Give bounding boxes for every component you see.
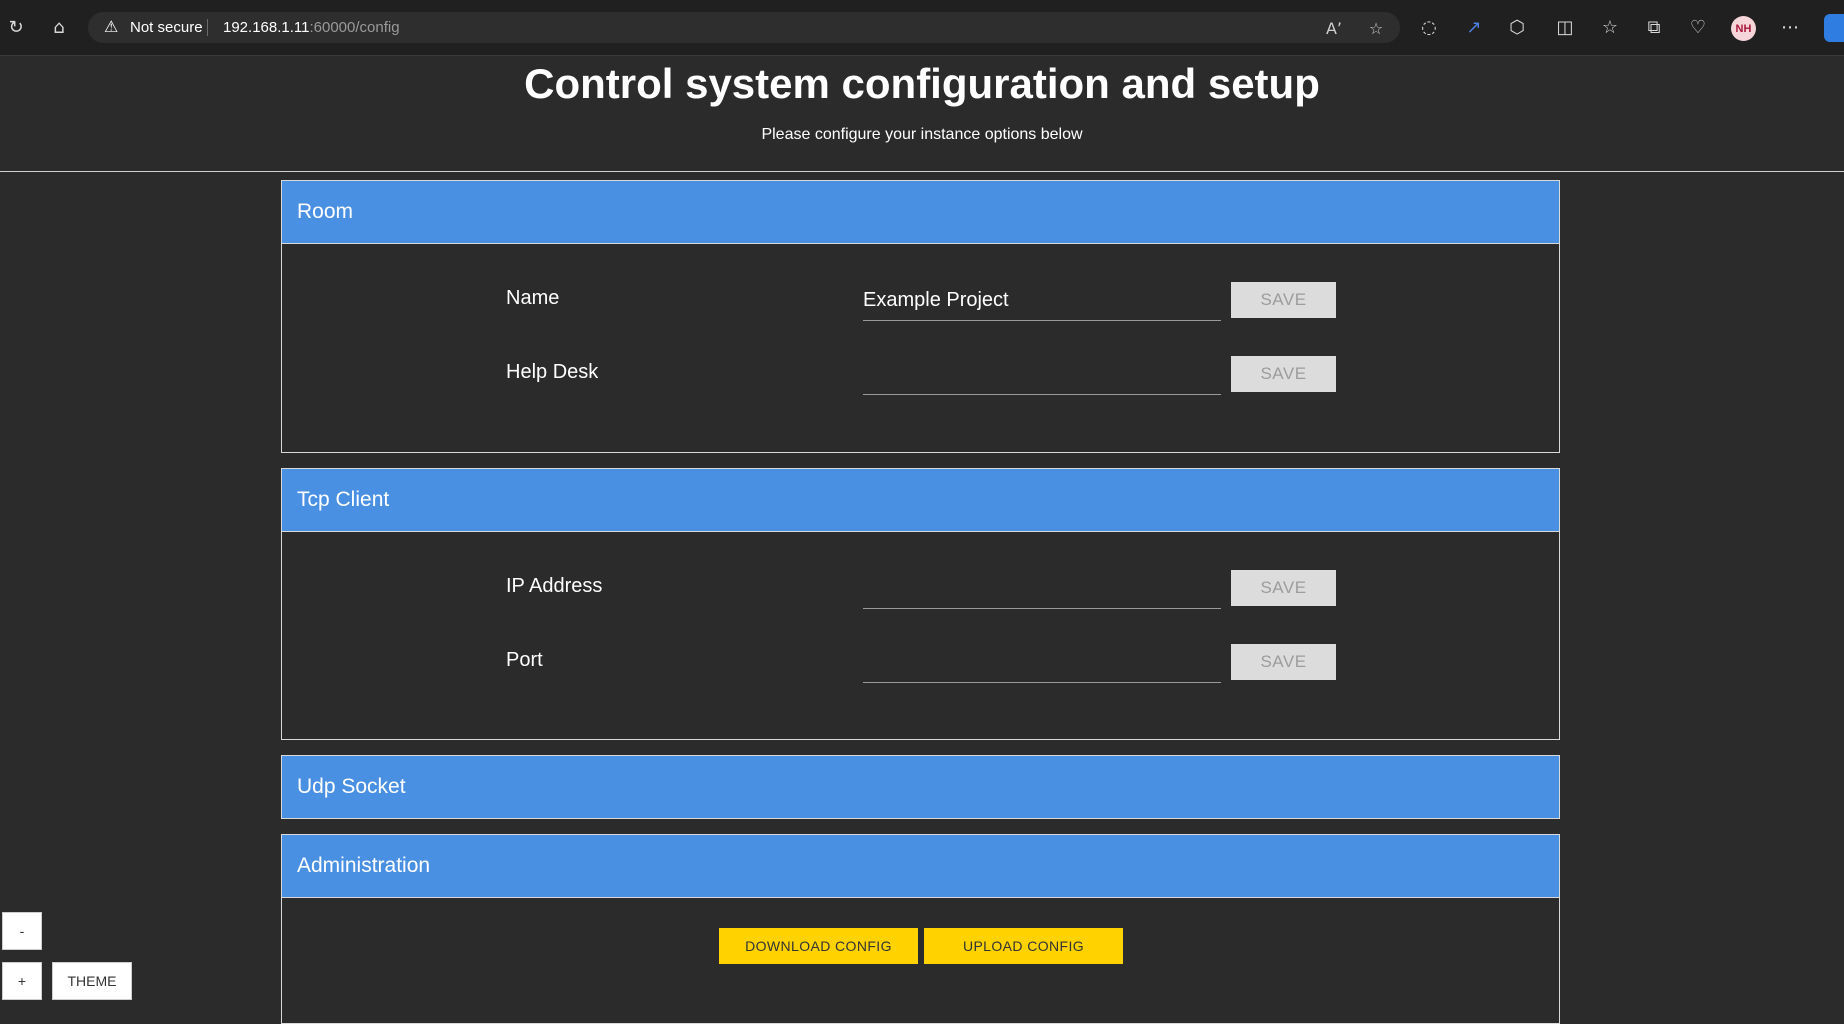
zoom-out-button[interactable]: - (2, 912, 42, 950)
home-icon[interactable]: ⌂ (44, 12, 74, 42)
performance-icon[interactable]: ♡ (1683, 12, 1713, 42)
tcp-client-panel: Tcp Client IP Address SAVE Port SAVE (281, 468, 1560, 740)
theme-button[interactable]: THEME (52, 962, 132, 1000)
split-screen-icon[interactable]: ◫ (1550, 12, 1580, 42)
security-status[interactable]: Not secure (130, 19, 203, 36)
refresh-icon[interactable]: ↻ (1, 12, 31, 42)
save-name-button[interactable]: SAVE (1231, 282, 1336, 318)
zoom-in-button[interactable]: + (2, 962, 42, 1000)
save-ip-address-button[interactable]: SAVE (1231, 570, 1336, 606)
url-path: :60000/config (309, 19, 400, 36)
collections-icon[interactable]: ⧉ (1639, 12, 1669, 42)
help-desk-input[interactable] (863, 355, 1221, 395)
name-label: Name (506, 287, 560, 309)
ip-address-label: IP Address (506, 575, 603, 597)
port-label: Port (506, 649, 543, 671)
warning-icon: ⚠ (104, 17, 119, 36)
ip-address-input[interactable] (863, 569, 1221, 609)
url-host: 192.168.1.11 (223, 19, 310, 36)
udp-socket-panel-header[interactable]: Udp Socket (282, 756, 1559, 818)
port-input[interactable] (863, 643, 1221, 683)
profile-avatar[interactable]: NH (1731, 16, 1756, 41)
name-input[interactable] (863, 281, 1221, 321)
more-icon[interactable]: ⋯ (1775, 12, 1805, 42)
field-row-help-desk: Help Desk SAVE (282, 355, 1559, 395)
upload-config-button[interactable]: UPLOAD CONFIG (924, 928, 1123, 964)
download-config-button[interactable]: DOWNLOAD CONFIG (719, 928, 918, 964)
address-divider (207, 19, 208, 36)
save-help-desk-button[interactable]: SAVE (1231, 356, 1336, 392)
udp-socket-panel: Udp Socket (281, 755, 1560, 819)
url-text[interactable]: 192.168.1.11:60000/config (223, 19, 400, 36)
administration-panel-header[interactable]: Administration (282, 835, 1559, 897)
bing-icon[interactable] (1824, 14, 1844, 42)
extension-icon[interactable]: ⬡ (1502, 12, 1532, 42)
save-port-button[interactable]: SAVE (1231, 644, 1336, 680)
tcp-client-panel-header[interactable]: Tcp Client (282, 469, 1559, 531)
address-bar[interactable]: ⚠ Not secure 192.168.1.11:60000/config A… (88, 12, 1400, 43)
page-title: Control system configuration and setup (524, 60, 1320, 107)
pin-extension-icon[interactable]: ↗ (1459, 12, 1489, 42)
refresh-circle-icon[interactable]: ◌ (1414, 12, 1444, 42)
page-subtitle: Please configure your instance options b… (761, 126, 1083, 143)
tcp-client-panel-body: IP Address SAVE Port SAVE (282, 531, 1559, 740)
administration-panel-body: DOWNLOAD CONFIG UPLOAD CONFIG (282, 897, 1559, 1024)
room-panel-header[interactable]: Room (282, 181, 1559, 243)
browser-toolbar: ↻ ⌂ ⚠ Not secure 192.168.1.11:60000/conf… (0, 0, 1844, 56)
administration-panel: Administration DOWNLOAD CONFIG UPLOAD CO… (281, 834, 1560, 1024)
field-row-port: Port SAVE (282, 643, 1559, 683)
help-desk-label: Help Desk (506, 361, 599, 383)
field-row-ip-address: IP Address SAVE (282, 569, 1559, 609)
read-aloud-icon[interactable]: A’ (1323, 17, 1345, 39)
room-panel-body: Name SAVE Help Desk SAVE (282, 243, 1559, 453)
favorites-icon[interactable]: ☆ (1595, 12, 1625, 42)
page-header: Control system configuration and setup P… (0, 56, 1844, 172)
field-row-name: Name SAVE (282, 281, 1559, 321)
room-panel: Room Name SAVE Help Desk SAVE (281, 180, 1560, 453)
favorite-star-icon[interactable]: ☆ (1365, 17, 1387, 39)
